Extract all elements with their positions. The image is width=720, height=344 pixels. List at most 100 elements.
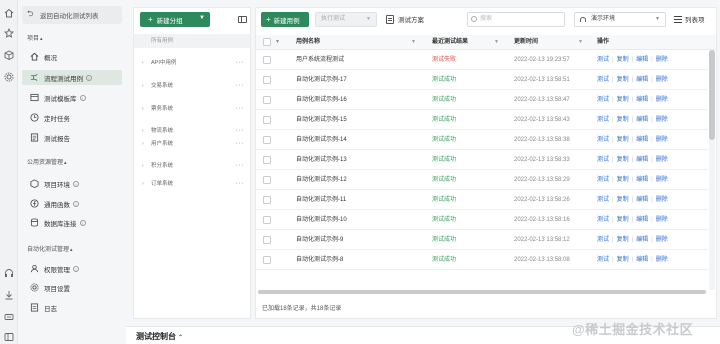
- delete-link[interactable]: 删除: [656, 170, 668, 190]
- table-row[interactable]: 自动化测试示例-8 测试成功 2022-02-13 13:58:08 测试 | 复制 | 编辑…: [256, 250, 708, 270]
- row-checkbox[interactable]: [263, 176, 271, 184]
- more-icon[interactable]: ···: [236, 103, 245, 115]
- tree-node[interactable]: › API中用例 ···: [134, 57, 250, 69]
- table-row[interactable]: 自动化测试示例-10 测试成功 2022-02-13 13:58:16 测试 | 复制 | 编…: [256, 210, 708, 230]
- row-checkbox[interactable]: [263, 96, 271, 104]
- table-row[interactable]: 自动化测试示例-15 测试成功 2022-02-13 13:58:43 测试 | 复制 | 编…: [256, 110, 708, 130]
- tree-node[interactable]: › 用户系统 ···: [134, 138, 250, 150]
- table-row[interactable]: 用户系统流程测试 测试失败 2022-02-13 19:23:57 测试 | 复制 | 编辑 |…: [256, 50, 708, 70]
- table-row[interactable]: 自动化测试示例-13 测试成功 2022-02-13 13:58:33 测试 | 复制 | 编…: [256, 150, 708, 170]
- vertical-scrollbar[interactable]: [709, 50, 715, 290]
- tree-node[interactable]: › 票务系统 ···: [134, 103, 250, 115]
- row-checkbox[interactable]: [263, 116, 271, 124]
- sidebar-item-project-settings[interactable]: 项目设置: [22, 280, 122, 295]
- case-name[interactable]: 自动化测试示例-9: [296, 230, 343, 250]
- row-checkbox[interactable]: [263, 236, 271, 244]
- case-name[interactable]: 自动化测试示例-8: [296, 250, 343, 270]
- run-test-link[interactable]: 测试: [597, 250, 609, 270]
- edit-link[interactable]: 编辑: [636, 150, 648, 170]
- delete-link[interactable]: 删除: [656, 50, 668, 70]
- star-icon[interactable]: [4, 28, 14, 38]
- copy-link[interactable]: 复制: [617, 50, 629, 70]
- copy-link[interactable]: 复制: [617, 150, 629, 170]
- section-shared-resources[interactable]: 公用资源管理▴: [27, 157, 67, 166]
- sidebar-item-common-functions[interactable]: 通用函数 i: [22, 196, 122, 211]
- sidebar-item-test-reports[interactable]: 测试报告: [22, 130, 122, 145]
- copy-link[interactable]: 复制: [617, 130, 629, 150]
- run-test-link[interactable]: 测试: [597, 230, 609, 250]
- table-row[interactable]: 自动化测试示例-17 测试成功 2022-02-13 13:58:51 测试 | 复制 | 编…: [256, 70, 708, 90]
- section-project[interactable]: 项目▴: [27, 33, 43, 42]
- back-to-list-button[interactable]: ⮌ 返回自动化测试列表: [22, 6, 122, 24]
- more-icon[interactable]: ···: [236, 57, 245, 69]
- select-all-checkbox[interactable]: [263, 38, 271, 46]
- sidebar-item-flow-test-cases[interactable]: 流程测试用例 i: [22, 70, 122, 85]
- tree-root-all-cases[interactable]: 所有用例: [134, 34, 250, 48]
- case-name[interactable]: 自动化测试示例-16: [296, 90, 347, 110]
- copy-link[interactable]: 复制: [617, 70, 629, 90]
- panel-toggle-icon[interactable]: [238, 16, 247, 23]
- more-icon[interactable]: ···: [236, 178, 245, 190]
- run-test-link[interactable]: 测试: [597, 50, 609, 70]
- delete-link[interactable]: 删除: [656, 210, 668, 230]
- copy-link[interactable]: 复制: [617, 190, 629, 210]
- environment-select[interactable]: 演示环境 ▼: [574, 12, 666, 27]
- edit-link[interactable]: 编辑: [636, 230, 648, 250]
- gear-icon[interactable]: [4, 72, 14, 82]
- sidebar-item-test-templates[interactable]: 测试模板库 i: [22, 90, 122, 105]
- case-name[interactable]: 自动化测试示例-12: [296, 170, 347, 190]
- box-icon[interactable]: [4, 50, 14, 60]
- more-icon[interactable]: ···: [236, 138, 245, 150]
- run-test-link[interactable]: 测试: [597, 190, 609, 210]
- delete-link[interactable]: 删除: [656, 190, 668, 210]
- sidebar-item-database-connection[interactable]: 数据库连接 i: [22, 215, 122, 230]
- more-icon[interactable]: ···: [236, 125, 245, 137]
- case-name[interactable]: 自动化测试示例-17: [296, 70, 347, 90]
- sidebar-item-permission-management[interactable]: 权限管理 i: [22, 261, 122, 276]
- delete-link[interactable]: 删除: [656, 130, 668, 150]
- expand-arrow-icon[interactable]: ›: [142, 160, 144, 172]
- copy-link[interactable]: 复制: [617, 110, 629, 130]
- row-checkbox[interactable]: [263, 256, 271, 264]
- copy-link[interactable]: 复制: [617, 230, 629, 250]
- horizontal-scrollbar[interactable]: [258, 290, 706, 294]
- keyboard-icon[interactable]: [4, 312, 14, 322]
- expand-arrow-icon[interactable]: ›: [142, 103, 144, 115]
- more-icon[interactable]: ···: [236, 80, 245, 92]
- delete-link[interactable]: 删除: [656, 90, 668, 110]
- edit-link[interactable]: 编辑: [636, 50, 648, 70]
- row-checkbox[interactable]: [263, 56, 271, 64]
- run-test-link[interactable]: 测试: [597, 70, 609, 90]
- more-icon[interactable]: ···: [236, 160, 245, 172]
- expand-arrow-icon[interactable]: ›: [142, 80, 144, 92]
- run-test-link[interactable]: 测试: [597, 130, 609, 150]
- expand-icon[interactable]: [4, 332, 14, 342]
- row-checkbox[interactable]: [263, 216, 271, 224]
- column-header-updated[interactable]: 更新时间: [514, 35, 538, 50]
- download-icon[interactable]: [4, 290, 14, 300]
- expand-arrow-icon[interactable]: ›: [142, 57, 144, 69]
- tree-node[interactable]: › 订单系统 ···: [134, 178, 250, 190]
- copy-link[interactable]: 复制: [617, 250, 629, 270]
- table-row[interactable]: 自动化测试示例-11 测试成功 2022-02-13 13:58:26 测试 | 复制 | 编…: [256, 190, 708, 210]
- edit-link[interactable]: 编辑: [636, 90, 648, 110]
- row-checkbox[interactable]: [263, 76, 271, 84]
- column-header-result[interactable]: 最近测试结果: [432, 35, 468, 50]
- edit-link[interactable]: 编辑: [636, 70, 648, 90]
- edit-link[interactable]: 编辑: [636, 170, 648, 190]
- table-row[interactable]: 自动化测试示例-9 测试成功 2022-02-13 13:58:12 测试 | 复制 | 编辑…: [256, 230, 708, 250]
- copy-link[interactable]: 复制: [617, 210, 629, 230]
- new-group-button[interactable]: + 新建分组 ▼: [140, 12, 210, 27]
- expand-arrow-icon[interactable]: ›: [142, 178, 144, 190]
- case-name[interactable]: 自动化测试示例-15: [296, 110, 347, 130]
- run-test-link[interactable]: 测试: [597, 150, 609, 170]
- edit-link[interactable]: 编辑: [636, 190, 648, 210]
- table-row[interactable]: 自动化测试示例-14 测试成功 2022-02-13 13:58:38 测试 | 复制 | 编…: [256, 130, 708, 150]
- dropdown-arrow-icon[interactable]: ▼: [199, 15, 205, 21]
- edit-link[interactable]: 编辑: [636, 250, 648, 270]
- sidebar-item-overview[interactable]: 概况: [22, 49, 122, 64]
- table-row[interactable]: 自动化测试示例-12 测试成功 2022-02-13 13:58:29 测试 | 复制 | 编…: [256, 170, 708, 190]
- search-input[interactable]: 搜索: [467, 12, 565, 27]
- case-name[interactable]: 自动化测试示例-14: [296, 130, 347, 150]
- edit-link[interactable]: 编辑: [636, 130, 648, 150]
